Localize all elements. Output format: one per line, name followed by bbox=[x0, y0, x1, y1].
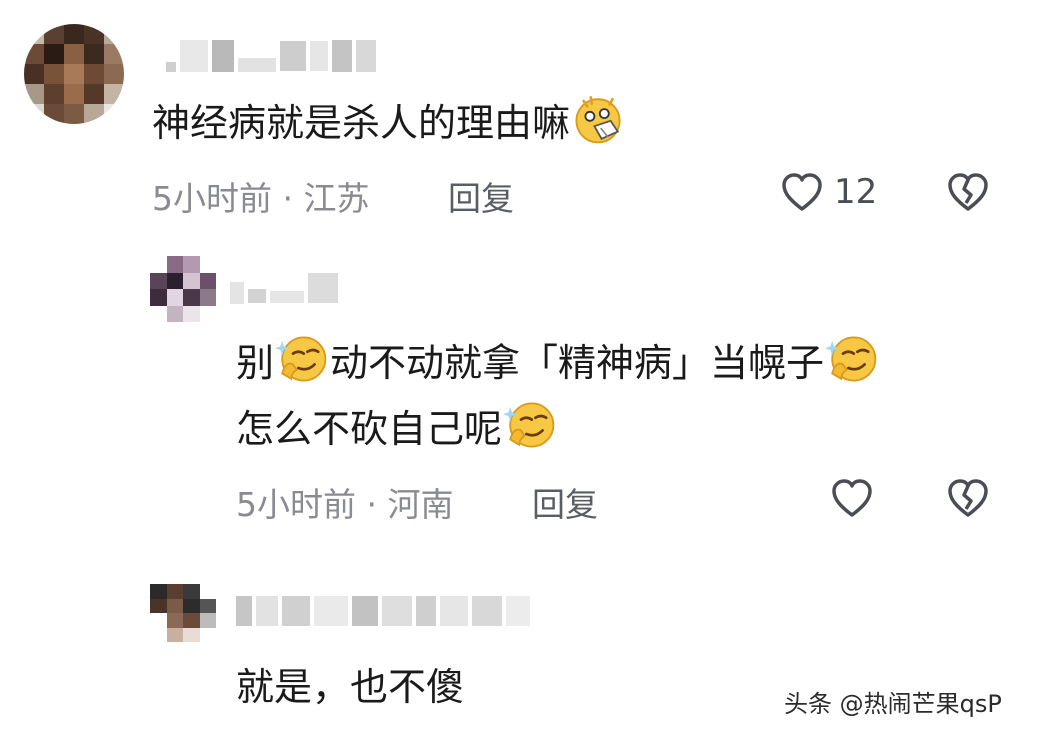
smirk-emoji bbox=[275, 336, 327, 382]
comment-text: 神经病就是杀人的理由嘛 bbox=[152, 92, 626, 154]
avatar[interactable] bbox=[150, 256, 216, 322]
comment-text: 别 动不动就拿「精神病」当幌子 bbox=[236, 332, 880, 394]
comment-time-location: 5小时前 · 河南 bbox=[236, 485, 454, 524]
heart-icon[interactable] bbox=[780, 171, 824, 215]
smirk-emoji bbox=[825, 336, 877, 382]
reply-button[interactable]: 回复 bbox=[532, 478, 598, 526]
comment-time-location: 5小时前 · 江苏 bbox=[152, 179, 370, 218]
reply-button[interactable]: 回复 bbox=[448, 172, 514, 220]
smirk-emoji bbox=[503, 402, 555, 448]
avatar[interactable] bbox=[150, 584, 216, 642]
dislike-broken-heart-icon[interactable] bbox=[946, 171, 990, 215]
avatar[interactable] bbox=[24, 24, 124, 124]
username-blurred[interactable] bbox=[230, 272, 338, 304]
username-blurred[interactable] bbox=[166, 40, 376, 72]
like-count: 12 bbox=[834, 172, 878, 212]
username-blurred[interactable] bbox=[236, 596, 530, 626]
dislike-broken-heart-icon[interactable] bbox=[946, 477, 990, 521]
dizzy-face-emoji bbox=[575, 96, 621, 144]
comment-text: 就是，也不傻 bbox=[236, 665, 465, 709]
watermark: 头条 @热闹芒果qsP bbox=[784, 690, 1002, 718]
heart-icon[interactable] bbox=[830, 477, 874, 521]
comment-text: 怎么不砍自己呢 bbox=[236, 398, 558, 460]
